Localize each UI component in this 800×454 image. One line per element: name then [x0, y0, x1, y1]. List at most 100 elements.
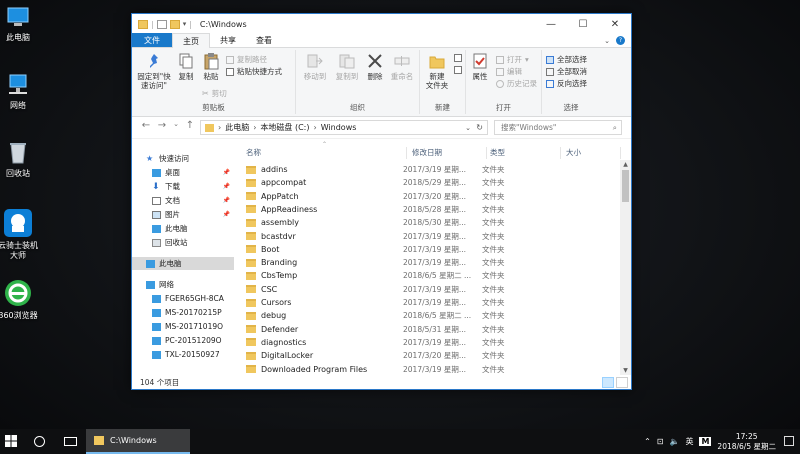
nav-item-this-pc[interactable]: 此电脑 [132, 222, 234, 235]
desktop-icon-this-pc[interactable]: 此电脑 [0, 4, 36, 43]
desktop-icon-yunqishi[interactable]: 云骑士装机大师 [0, 208, 38, 261]
search-box[interactable]: 搜索"Windows" ⌕ [494, 120, 622, 135]
nav-item-recycle-bin[interactable]: 回收站 [132, 236, 234, 249]
details-view-icon[interactable] [602, 377, 614, 388]
nav-item-pictures[interactable]: 图片 📌 [132, 208, 234, 221]
scroll-down-icon[interactable]: ▼ [620, 366, 631, 375]
column-header-size[interactable]: 大小 [566, 147, 581, 159]
back-arrow-icon[interactable]: ← [140, 120, 152, 131]
nav-network-computer[interactable]: MS-20170215P [132, 306, 234, 319]
qat-dropdown-icon[interactable]: ▾ [183, 20, 187, 28]
nav-item-documents[interactable]: 文档 📌 [132, 194, 234, 207]
expand-ribbon-icon[interactable]: ⌄ [604, 37, 610, 45]
start-windows-icon[interactable] [5, 435, 17, 449]
properties-button[interactable]: 属性 [468, 52, 492, 81]
nav-item-desktop[interactable]: 桌面 📌 [132, 166, 234, 179]
file-row[interactable]: AppPatch 2017/3/20 星期... 文件夹 [246, 190, 617, 203]
network-icon[interactable]: ⊡ [657, 437, 664, 446]
desktop-icon-network[interactable]: 网络 [0, 72, 36, 111]
clock[interactable]: 17:25 2018/6/5 星期二 [717, 432, 776, 452]
copy-to-button[interactable]: 复制到 [332, 52, 362, 81]
invert-selection-button[interactable]: 反向选择 [546, 78, 587, 89]
breadcrumb-local-disk[interactable]: 本地磁盘 (C:) [260, 122, 309, 133]
nav-network-computer[interactable]: PC-20151209O [132, 334, 234, 347]
nav-item-downloads[interactable]: ⬇ 下载 📌 [132, 180, 234, 193]
paste-shortcut-button[interactable]: 粘贴快捷方式 [226, 66, 282, 77]
help-icon[interactable]: ? [616, 36, 625, 45]
column-header-type[interactable]: 类型 [490, 147, 505, 159]
maximize-button[interactable]: ☐ [567, 14, 599, 34]
open-button[interactable]: 打开 ▾ [496, 54, 529, 65]
recent-dropdown-icon[interactable]: ⌄ [170, 120, 182, 128]
desktop-icon-360-browser[interactable]: 360浏览器 [0, 278, 38, 321]
search-input[interactable]: 搜索"Windows" [501, 122, 556, 133]
file-row[interactable]: addins 2017/3/19 星期... 文件夹 [246, 163, 617, 176]
file-row[interactable]: assembly 2018/5/30 星期... 文件夹 [246, 216, 617, 229]
up-arrow-icon[interactable]: ↑ [184, 120, 196, 131]
new-item-icon[interactable] [454, 54, 462, 62]
cortana-circle-icon[interactable] [34, 436, 45, 447]
file-row[interactable]: debug 2018/6/5 星期二 ... 文件夹 [246, 309, 617, 322]
nav-network-computer[interactable]: TXL-20150927 [132, 348, 234, 361]
nav-network[interactable]: 网络 [132, 278, 234, 291]
tab-share[interactable]: 共享 [210, 33, 246, 47]
ime-mode[interactable]: M [699, 437, 712, 446]
vertical-scrollbar[interactable]: ▲ ▼ [620, 160, 631, 375]
file-row[interactable]: Boot 2017/3/19 星期... 文件夹 [246, 243, 617, 256]
file-row[interactable]: DigitalLocker 2017/3/20 星期... 文件夹 [246, 349, 617, 362]
nav-quick-access[interactable]: ★ 快速访问 [132, 152, 234, 165]
ime-language[interactable]: 英 [685, 436, 693, 447]
cut-button[interactable]: ✂ 剪切 [202, 88, 227, 99]
move-to-button[interactable]: 移动到 [300, 52, 330, 81]
file-row[interactable]: Branding 2017/3/19 星期... 文件夹 [246, 256, 617, 269]
easy-access-icon[interactable] [454, 66, 462, 74]
pin-quick-access-button[interactable]: 固定到"快速访问" [134, 52, 174, 90]
column-header-date[interactable]: 修改日期 [412, 147, 442, 159]
minimize-button[interactable]: — [535, 14, 567, 34]
title-bar[interactable]: | ▾ | C:\Windows — ☐ ✕ [132, 14, 631, 34]
taskbar-item-explorer[interactable]: C:\Windows [86, 429, 190, 454]
scroll-up-icon[interactable]: ▲ [620, 160, 631, 169]
large-icons-view-icon[interactable] [616, 377, 628, 388]
new-folder-icon[interactable] [169, 19, 180, 29]
tab-view[interactable]: 查看 [246, 33, 282, 47]
nav-network-computer[interactable]: FGER65GH-8CA [132, 292, 234, 305]
file-row[interactable]: bcastdvr 2017/3/19 星期... 文件夹 [246, 230, 617, 243]
refresh-icon[interactable]: ↻ [476, 123, 483, 132]
file-row[interactable]: Cursors 2017/3/19 星期... 文件夹 [246, 296, 617, 309]
file-row[interactable]: Defender 2018/5/31 星期... 文件夹 [246, 323, 617, 336]
copy-button[interactable]: 复制 [176, 52, 196, 81]
file-row[interactable]: diagnostics 2017/3/19 星期... 文件夹 [246, 336, 617, 349]
copy-path-button[interactable]: 复制路径 [226, 54, 267, 65]
paste-button[interactable]: 粘贴 [200, 52, 222, 81]
column-header-name[interactable]: 名称 [246, 147, 261, 159]
nav-this-pc[interactable]: 此电脑 [132, 257, 234, 270]
address-bar[interactable]: › 此电脑 › 本地磁盘 (C:) › Windows ⌄ ↻ [200, 120, 488, 135]
volume-icon[interactable]: 🔈 [669, 437, 679, 446]
desktop-icon-recycle-bin[interactable]: 回收站 [0, 140, 36, 179]
select-none-button[interactable]: 全部取消 [546, 66, 587, 77]
breadcrumb-this-pc[interactable]: 此电脑 [225, 122, 249, 133]
breadcrumb-windows[interactable]: Windows [321, 123, 357, 132]
properties-icon[interactable] [156, 19, 167, 29]
delete-button[interactable]: 删除 [364, 52, 386, 81]
close-button[interactable]: ✕ [599, 14, 631, 34]
address-dropdown-icon[interactable]: ⌄ [465, 124, 471, 132]
notification-icon[interactable] [784, 436, 794, 446]
edit-button[interactable]: 编辑 [496, 66, 522, 77]
file-row[interactable]: AppReadiness 2018/5/28 星期... 文件夹 [246, 203, 617, 216]
history-button[interactable]: 历史记录 [496, 78, 537, 89]
tab-file[interactable]: 文件 [132, 33, 172, 47]
scrollbar-thumb[interactable] [622, 170, 629, 202]
tray-chevron-icon[interactable]: ⌃ [644, 437, 651, 446]
select-all-button[interactable]: 全部选择 [546, 54, 587, 65]
file-row[interactable]: CbsTemp 2018/6/5 星期二 ... 文件夹 [246, 269, 617, 282]
tab-home[interactable]: 主页 [172, 33, 210, 48]
file-row[interactable]: appcompat 2018/5/29 星期... 文件夹 [246, 176, 617, 189]
nav-network-computer[interactable]: MS-20171019O [132, 320, 234, 333]
new-folder-button[interactable]: 新建 文件夹 [422, 52, 452, 90]
rename-button[interactable]: 重命名 [388, 52, 416, 81]
forward-arrow-icon[interactable]: → [156, 120, 168, 131]
file-row[interactable]: Downloaded Program Files 2017/3/19 星期... 文… [246, 363, 617, 376]
task-view-icon[interactable] [64, 437, 77, 446]
